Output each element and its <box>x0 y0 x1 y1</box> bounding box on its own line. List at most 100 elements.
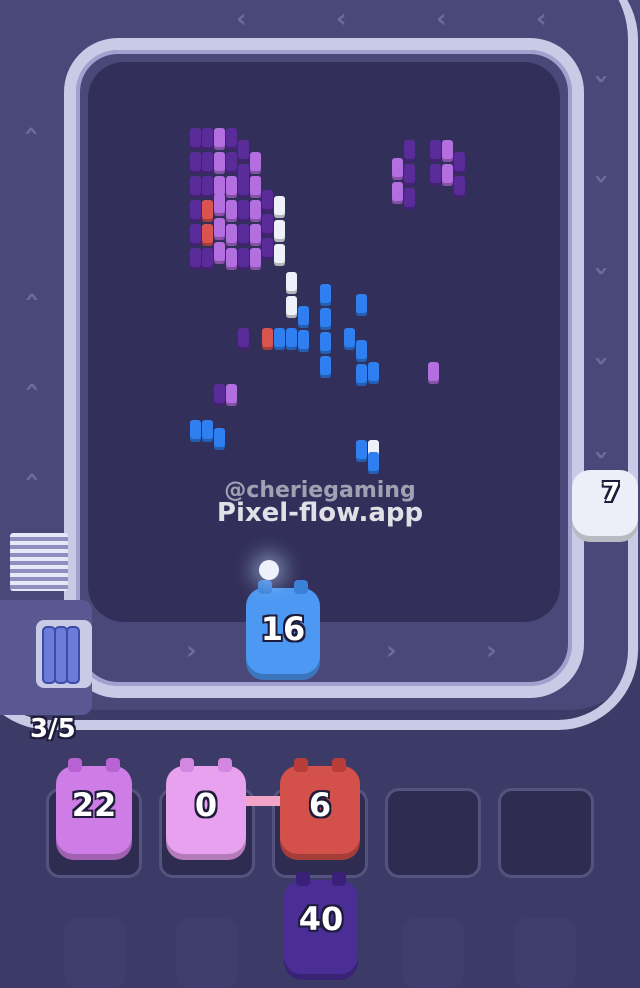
pig-ear <box>258 580 272 594</box>
pixel-block <box>190 420 201 442</box>
pixel-block <box>214 428 225 450</box>
pixel-block <box>238 328 249 350</box>
pixel-block <box>274 328 285 350</box>
pixel-block <box>442 140 453 162</box>
pixel-block <box>262 214 273 236</box>
chevron-right-icon: › <box>386 636 397 666</box>
pixel-block <box>368 452 379 474</box>
pixel-block <box>320 284 331 306</box>
pixel-block <box>320 308 331 330</box>
pixel-block <box>202 128 213 150</box>
slot-pig-1[interactable]: 22 <box>56 758 132 860</box>
queue-pig-count: 40 <box>298 900 344 938</box>
chevron-down-icon: › <box>16 291 47 303</box>
pixel-block <box>250 152 261 174</box>
pixel-block <box>226 152 237 174</box>
queue-slot <box>402 918 464 988</box>
queue-slot <box>176 918 238 988</box>
shooter-slot[interactable] <box>498 788 594 878</box>
pixel-block <box>190 200 201 222</box>
chevron-left-icon: ‹ <box>436 4 447 34</box>
pixel-block <box>250 224 261 246</box>
pixel-block <box>238 200 249 222</box>
active-shooter-count: 16 <box>260 610 306 648</box>
pig-ear <box>296 872 310 886</box>
pig-ear <box>106 758 120 772</box>
pixel-block <box>226 128 237 150</box>
chevron-right-icon: › <box>486 636 497 666</box>
pixel-block <box>454 176 465 198</box>
pixel-block <box>392 158 403 180</box>
pixel-block <box>286 272 297 294</box>
pixel-block <box>320 356 331 378</box>
slot-pig-2[interactable]: 0 <box>166 758 246 860</box>
pixel-block <box>286 296 297 318</box>
pig-ear <box>218 758 232 772</box>
chevron-right-icon: › <box>186 636 197 666</box>
slot-pig-count: 0 <box>194 786 218 824</box>
pixel-block <box>202 176 213 198</box>
pixel-block <box>250 176 261 198</box>
pixel-block <box>202 248 213 270</box>
queue-slot <box>64 918 126 988</box>
chevron-up-icon: › <box>586 173 617 185</box>
pixel-block <box>286 328 297 350</box>
pixel-block <box>190 128 201 150</box>
shooter-slot[interactable] <box>385 788 481 878</box>
pixel-block <box>226 176 237 198</box>
pixel-block <box>226 384 237 406</box>
pixel-block <box>298 330 309 352</box>
pixel-block <box>368 362 379 384</box>
pixel-block <box>190 176 201 198</box>
chevron-up-icon: › <box>586 73 617 85</box>
chevron-up-icon: › <box>586 449 617 461</box>
pixel-block <box>274 220 285 242</box>
pixel-block <box>430 140 441 162</box>
pixel-block <box>262 190 273 212</box>
pixel-block <box>320 332 331 354</box>
projectile <box>259 560 279 580</box>
pixel-block <box>356 340 367 362</box>
pixel-block <box>190 152 201 174</box>
pixel-block <box>356 440 367 462</box>
pixel-block <box>250 248 261 270</box>
side-shooter-pig[interactable]: 7 <box>572 470 638 542</box>
pixel-block <box>356 364 367 386</box>
pixel-block <box>214 194 225 216</box>
pixel-block <box>344 328 355 350</box>
pixel-block <box>404 188 415 210</box>
pig-ear <box>68 758 82 772</box>
chevron-up-icon: › <box>586 265 617 277</box>
chevron-down-icon: ‹ <box>16 125 47 137</box>
pixel-block <box>274 244 285 266</box>
pixel-block <box>214 218 225 240</box>
pixel-block <box>454 152 465 174</box>
pixel-block <box>238 140 249 162</box>
pixel-block <box>214 152 225 174</box>
queue-pig[interactable]: 40 <box>284 872 358 980</box>
pixel-block <box>274 196 285 218</box>
pig-ear <box>332 758 346 772</box>
spool-icon <box>66 626 80 684</box>
active-shooter-pig[interactable]: 16 <box>246 580 320 680</box>
pixel-block <box>442 164 453 186</box>
pixel-block <box>202 152 213 174</box>
chevron-down-icon: › <box>16 381 47 393</box>
pixel-block <box>202 200 213 222</box>
pixel-block <box>202 420 213 442</box>
pixel-block <box>430 164 441 186</box>
pixel-block <box>190 248 201 270</box>
slot-pig-3[interactable]: 6 <box>280 758 360 860</box>
chevron-left-icon: ‹ <box>236 4 247 34</box>
pixel-block <box>214 128 225 150</box>
pixel-block <box>404 164 415 186</box>
pixel-block <box>262 238 273 260</box>
pixel-block <box>428 362 439 384</box>
pixel-block <box>392 182 403 204</box>
pixel-block <box>214 242 225 264</box>
pixel-block <box>202 224 213 246</box>
pixel-block <box>262 328 273 350</box>
pixel-block <box>226 224 237 246</box>
chevron-up-icon: › <box>586 355 617 367</box>
pixel-block <box>238 248 249 270</box>
